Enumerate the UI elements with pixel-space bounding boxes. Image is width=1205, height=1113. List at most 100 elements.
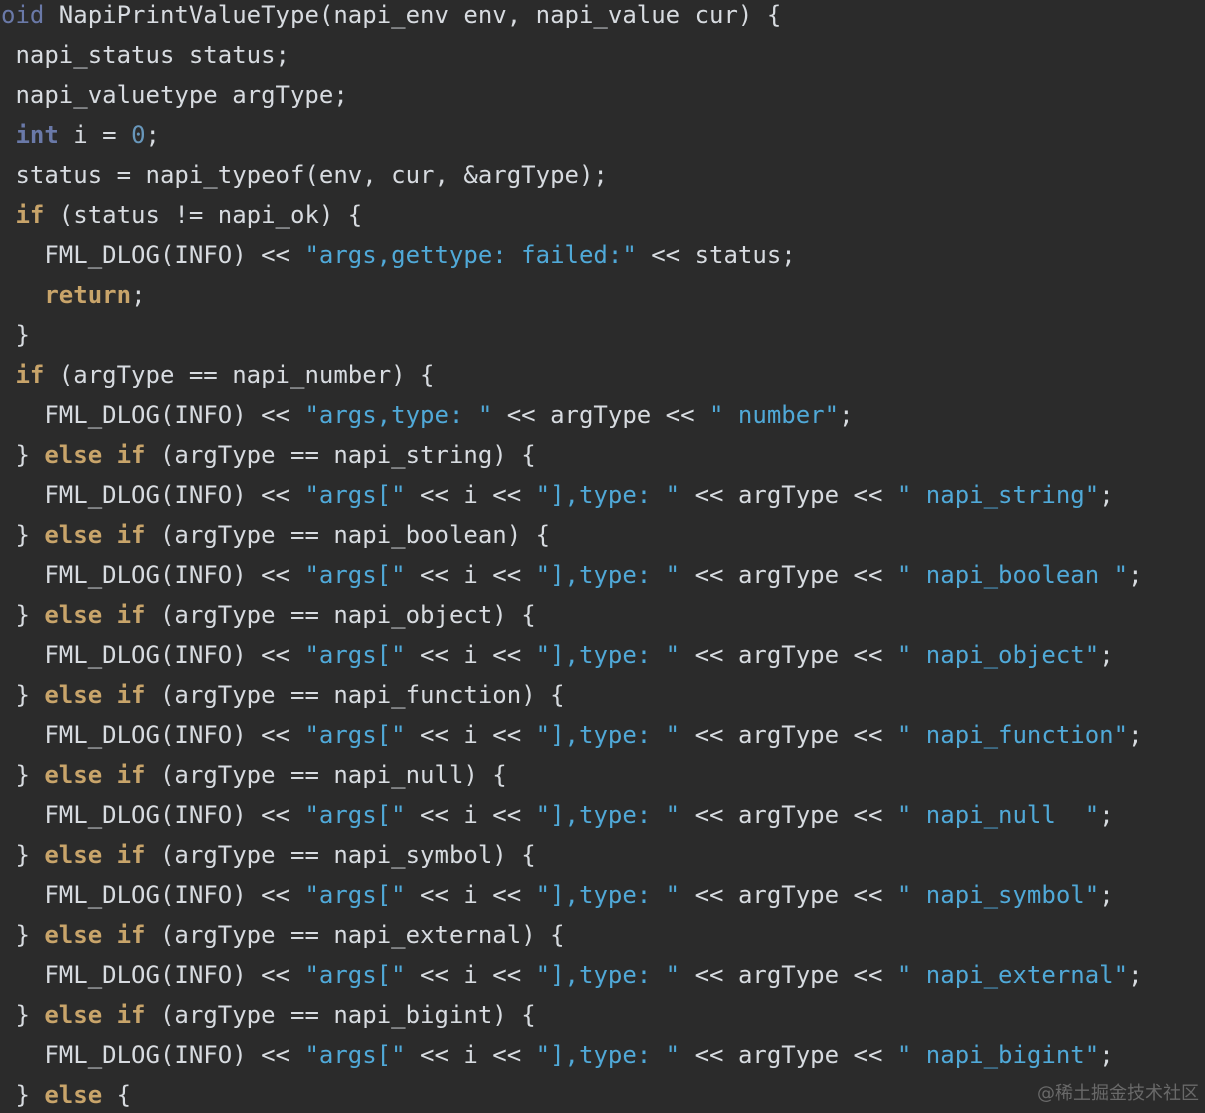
code-token: " number" (709, 401, 840, 429)
code-line: FML_DLOG(INFO) << "args,gettype: failed:… (1, 240, 796, 280)
code-token: 0 (131, 121, 146, 149)
code-token: else if (44, 601, 146, 629)
code-token: FML_DLOG(INFO) << (1, 641, 305, 669)
code-token: << argType << (680, 1041, 897, 1069)
code-token: oid (1, 1, 45, 29)
code-line: } else if (argType == napi_boolean) { (1, 520, 550, 560)
code-token: ; (1099, 641, 1114, 669)
code-token: << status; (636, 241, 796, 269)
code-token: ; (1128, 961, 1143, 989)
code-token: << i << (405, 641, 536, 669)
code-token: "],type: " (535, 1041, 681, 1069)
code-line: FML_DLOG(INFO) << "args[" << i << "],typ… (1, 640, 1114, 680)
code-token: else if (44, 441, 146, 469)
code-token: } (1, 761, 45, 789)
code-token: ; (1099, 801, 1114, 829)
code-editor: oid NapiPrintValueType(napi_env env, nap… (0, 0, 1205, 1113)
code-token: else if (44, 841, 146, 869)
code-token: } (1, 681, 45, 709)
code-token: ; (1099, 481, 1114, 509)
code-token: "],type: " (535, 801, 681, 829)
watermark-text: @稀土掘金技术社区 (1037, 1083, 1199, 1104)
code-token: (argType == napi_boolean) { (145, 521, 551, 549)
code-token: << i << (405, 1041, 536, 1069)
code-token: "],type: " (535, 641, 681, 669)
code-token: if (15, 361, 45, 389)
code-token: FML_DLOG(INFO) << (1, 1041, 305, 1069)
code-line: int i = 0; (1, 120, 160, 160)
code-token: "args[" (304, 641, 406, 669)
code-token: " napi_boolean " (896, 561, 1129, 589)
code-line: oid NapiPrintValueType(napi_env env, nap… (1, 0, 781, 40)
code-token: } (1, 521, 45, 549)
code-token: } (1, 441, 45, 469)
code-token: << i << (405, 801, 536, 829)
code-token: status = napi_typeof(env, cur, &argType)… (1, 161, 608, 189)
code-token: else if (44, 761, 146, 789)
code-token: " napi_function" (896, 721, 1129, 749)
code-line: FML_DLOG(INFO) << "args[" << i << "],typ… (1, 560, 1142, 600)
code-line: FML_DLOG(INFO) << "args[" << i << "],typ… (1, 1040, 1113, 1080)
code-token: ; (1128, 721, 1143, 749)
code-token: "args,type: " (304, 401, 493, 429)
code-token: "],type: " (535, 881, 681, 909)
code-token: "args[" (304, 961, 406, 989)
code-line: } (1, 320, 30, 360)
code-token: napi_status status; (1, 41, 290, 69)
code-token: (argType == napi_function) { (145, 681, 565, 709)
code-token: FML_DLOG(INFO) << (1, 721, 305, 749)
code-token: "args[" (304, 881, 406, 909)
code-token: " napi_null " (896, 801, 1100, 829)
code-token: FML_DLOG(INFO) << (1, 881, 305, 909)
code-token: << i << (405, 881, 536, 909)
code-token: (argType == napi_null) { (145, 761, 507, 789)
code-token: "args[" (304, 721, 406, 749)
code-token: } (1, 1081, 45, 1109)
code-token: } (1, 321, 30, 349)
code-line: } else if (argType == napi_null) { (1, 760, 507, 800)
code-line: } else if (argType == napi_string) { (1, 440, 535, 480)
code-token: (argType == napi_bigint) { (145, 1001, 536, 1029)
code-token: i = (58, 121, 132, 149)
code-token: << argType << (680, 961, 897, 989)
code-token: " napi_object" (896, 641, 1100, 669)
code-token: ; (145, 121, 160, 149)
code-line: FML_DLOG(INFO) << "args[" << i << "],typ… (1, 880, 1113, 920)
code-token: (argType == napi_object) { (145, 601, 536, 629)
code-line: FML_DLOG(INFO) << "args[" << i << "],typ… (1, 720, 1143, 760)
code-token: "],type: " (535, 721, 681, 749)
code-token: << i << (405, 961, 536, 989)
code-token: " napi_symbol" (896, 881, 1100, 909)
code-token: "],type: " (535, 561, 681, 589)
code-token: NapiPrintValueType(napi_env env, napi_va… (44, 1, 782, 29)
code-token: else if (44, 1001, 146, 1029)
code-token: "args,gettype: failed:" (304, 241, 637, 269)
code-token: FML_DLOG(INFO) << (1, 241, 305, 269)
code-token: "],type: " (535, 961, 681, 989)
code-token: napi_valuetype argType; (1, 81, 348, 109)
code-token: << argType << (680, 561, 897, 589)
code-token: << i << (405, 561, 536, 589)
code-token: } (1, 841, 45, 869)
code-line: FML_DLOG(INFO) << "args,type: " << argTy… (1, 400, 853, 440)
code-token: << argType << (680, 881, 897, 909)
code-token: else if (44, 521, 146, 549)
code-token: return (44, 281, 132, 309)
code-token: (argType == napi_external) { (145, 921, 565, 949)
code-line: if (argType == napi_number) { (1, 360, 434, 400)
code-line: napi_status status; (1, 40, 290, 80)
code-token: int (15, 121, 59, 149)
code-token: << argType << (492, 401, 710, 429)
code-line: } else if (argType == napi_symbol) { (1, 840, 536, 880)
code-line: if (status != napi_ok) { (1, 200, 362, 240)
code-token: "args[" (304, 1041, 406, 1069)
code-line: status = napi_typeof(env, cur, &argType)… (1, 160, 608, 200)
code-token: FML_DLOG(INFO) << (1, 401, 305, 429)
code-line: FML_DLOG(INFO) << "args[" << i << "],typ… (1, 960, 1143, 1000)
code-token: (argType == napi_symbol) { (145, 841, 536, 869)
code-token: if (15, 201, 45, 229)
code-token: } (1, 601, 45, 629)
